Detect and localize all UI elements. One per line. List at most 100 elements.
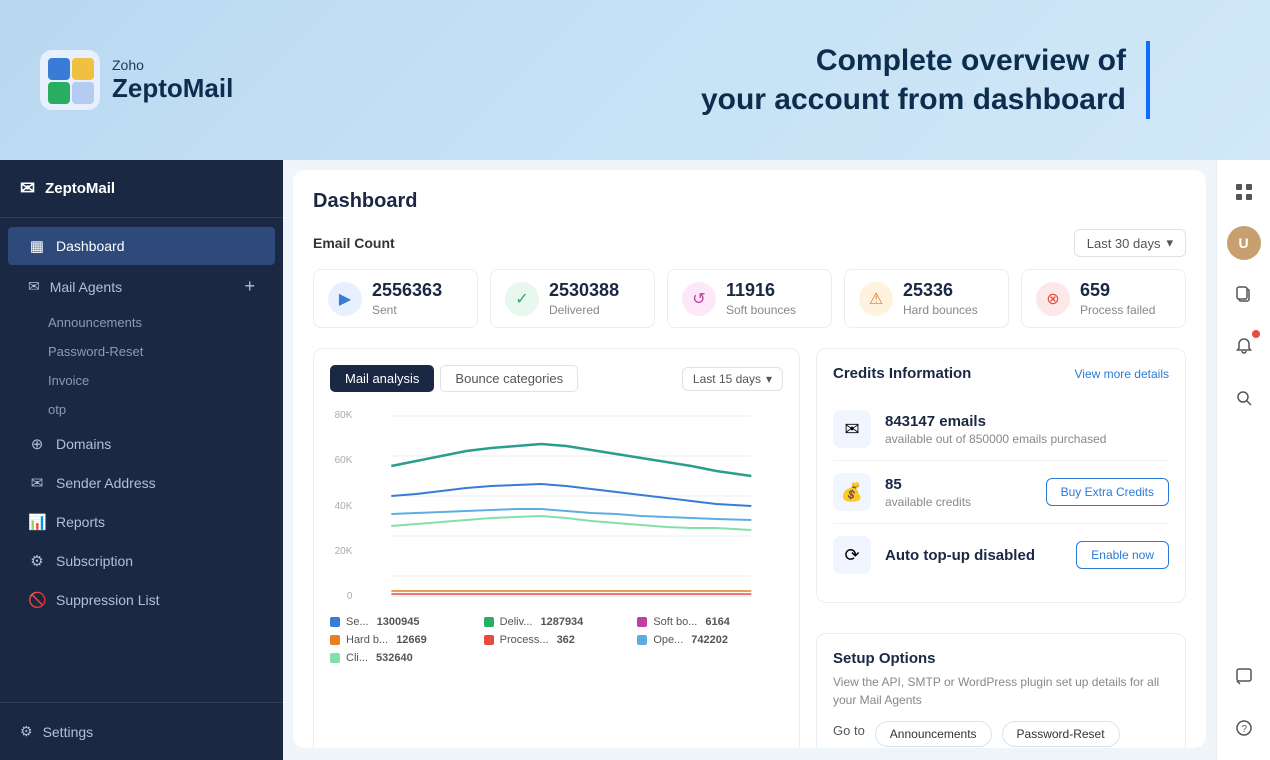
- credits-title: Credits Information: [833, 365, 971, 382]
- emails-icon: ✉: [833, 410, 871, 448]
- chart-date-select[interactable]: Last 15 days ▾: [682, 367, 783, 391]
- sidebar-item-subscription[interactable]: ⚙ Subscription: [8, 542, 275, 580]
- svg-text:?: ?: [1241, 724, 1247, 735]
- bottom-section: Mail analysis Bounce categories Last 15 …: [313, 348, 1186, 748]
- hard-label: Hard bounces: [903, 303, 978, 317]
- suppression-icon: 🚫: [28, 591, 46, 609]
- settings-icon: ⚙: [20, 723, 33, 740]
- sidebar-item-sender-address[interactable]: ✉ Sender Address: [8, 464, 275, 502]
- sidebar-item-suppression[interactable]: 🚫 Suppression List: [8, 581, 275, 619]
- notification-icon[interactable]: [1226, 328, 1262, 364]
- reports-icon: 📊: [28, 513, 46, 531]
- mail-agents-icon: ✉: [28, 278, 40, 295]
- sidebar-item-invoice[interactable]: Invoice: [0, 366, 283, 395]
- setup-desc: View the API, SMTP or WordPress plugin s…: [833, 673, 1169, 709]
- top-banner: Zoho ZeptoMail Complete overview of your…: [0, 0, 1270, 160]
- legend-click: Cli... 532640: [330, 652, 476, 664]
- sidebar-brand-label: ZeptoMail: [45, 180, 115, 197]
- tab-mail-analysis[interactable]: Mail analysis: [330, 365, 434, 392]
- search-icon[interactable]: [1226, 380, 1262, 416]
- page-title: Dashboard: [313, 190, 1186, 213]
- right-sidebar: U: [1216, 160, 1270, 760]
- copy-icon[interactable]: [1226, 276, 1262, 312]
- sidebar-item-password-reset[interactable]: Password-Reset: [0, 337, 283, 366]
- sent-icon: ▶: [328, 282, 362, 316]
- sent-label: Sent: [372, 303, 442, 317]
- right-panels: Credits Information View more details ✉ …: [816, 348, 1186, 748]
- sidebar-bottom: ⚙ Settings: [0, 702, 283, 760]
- metric-delivered-data: 2530388 Delivered: [549, 280, 619, 317]
- chart-wrapper: 80K 60K 40K 20K 0: [330, 406, 783, 606]
- dashboard-icon: ▦: [28, 237, 46, 255]
- chevron-down-icon: ▾: [1166, 235, 1173, 251]
- chart-tabs: Mail analysis Bounce categories Last 15 …: [330, 365, 783, 392]
- legend-soft: Soft bo... 6164: [637, 616, 783, 628]
- date-range-label: Last 30 days: [1087, 236, 1161, 251]
- legend-sent: Se... 1300945: [330, 616, 476, 628]
- auto-topup-row: ⟳ Auto top-up disabled Enable now: [833, 524, 1169, 586]
- sidebar-item-mail-agents[interactable]: ✉ Mail Agents +: [8, 266, 275, 307]
- sidebar-item-otp[interactable]: otp: [0, 395, 283, 424]
- credits-available-text: 85 available credits: [885, 476, 1032, 509]
- legend-dot-click: [330, 653, 340, 663]
- metric-hard-data: 25336 Hard bounces: [903, 280, 978, 317]
- credits-available-row: 💰 85 available credits Buy Extra Credits: [833, 461, 1169, 524]
- setup-tag-password-reset[interactable]: Password-Reset: [1002, 721, 1120, 747]
- enable-now-button[interactable]: Enable now: [1076, 541, 1169, 569]
- credits-main: 85: [885, 476, 1032, 493]
- domains-icon: ⊕: [28, 435, 46, 453]
- chart-legend: Se... 1300945 Deliv... 1287934 Soft bo..…: [330, 616, 783, 664]
- sidebar-label-invoice: Invoice: [48, 373, 89, 388]
- legend-hard: Hard b... 12669: [330, 634, 476, 646]
- auto-topup-icon: ⟳: [833, 536, 871, 574]
- delivered-label: Delivered: [549, 303, 619, 317]
- help-icon[interactable]: ?: [1226, 710, 1262, 746]
- add-mail-agent-button[interactable]: +: [244, 276, 255, 297]
- sidebar-label-password-reset: Password-Reset: [48, 344, 143, 359]
- sidebar-label-settings: Settings: [43, 724, 94, 740]
- grid-icon[interactable]: [1226, 174, 1262, 210]
- sidebar-label-mail-agents: Mail Agents: [50, 279, 122, 295]
- sent-value: 2556363: [372, 280, 442, 301]
- tab-bounce-categories[interactable]: Bounce categories: [440, 365, 578, 392]
- email-count-header: Email Count Last 30 days ▾: [313, 229, 1186, 257]
- logo-area: Zoho ZeptoMail: [40, 50, 233, 110]
- chart-svg: [360, 406, 783, 606]
- date-range-dropdown[interactable]: Last 30 days ▾: [1074, 229, 1186, 257]
- setup-tag-announcements[interactable]: Announcements: [875, 721, 992, 747]
- sidebar-label-announcements: Announcements: [48, 315, 142, 330]
- chat-icon[interactable]: [1226, 658, 1262, 694]
- subscription-icon: ⚙: [28, 552, 46, 570]
- sidebar-item-announcements[interactable]: Announcements: [0, 308, 283, 337]
- logo-icon: [40, 50, 100, 110]
- banner-title: Complete overview of your account from d…: [701, 41, 1150, 119]
- mail-icon: ✉: [20, 178, 35, 199]
- avatar[interactable]: U: [1227, 226, 1261, 260]
- buy-credits-button[interactable]: Buy Extra Credits: [1046, 478, 1169, 506]
- sidebar-item-dashboard[interactable]: ▦ Dashboard: [8, 227, 275, 265]
- sidebar: ✉ ZeptoMail ▦ Dashboard ✉ Mail Agents + …: [0, 160, 283, 760]
- sidebar-label-suppression: Suppression List: [56, 592, 160, 608]
- setup-tags-row: Go to Announcements Password-Reset Invoi…: [833, 721, 1169, 748]
- sidebar-item-domains[interactable]: ⊕ Domains: [8, 425, 275, 463]
- legend-dot-open: [637, 635, 647, 645]
- chart-panel: Mail analysis Bounce categories Last 15 …: [313, 348, 800, 748]
- sidebar-settings-button[interactable]: ⚙ Settings: [20, 715, 263, 748]
- view-more-link[interactable]: View more details: [1075, 367, 1170, 381]
- legend-dot-delivered: [484, 617, 494, 627]
- sidebar-brand: ✉ ZeptoMail: [0, 160, 283, 218]
- sidebar-nav: ▦ Dashboard ✉ Mail Agents + Announcement…: [0, 218, 283, 702]
- goto-label: Go to: [833, 723, 865, 738]
- legend-process: Process... 362: [484, 634, 630, 646]
- soft-value: 11916: [726, 280, 796, 301]
- legend-dot-process: [484, 635, 494, 645]
- sidebar-item-reports[interactable]: 📊 Reports: [8, 503, 275, 541]
- metric-process-failed: ⊗ 659 Process failed: [1021, 269, 1186, 328]
- sidebar-label-reports: Reports: [56, 514, 105, 530]
- sidebar-label-dashboard: Dashboard: [56, 238, 125, 254]
- hard-value: 25336: [903, 280, 978, 301]
- email-count-label: Email Count: [313, 235, 395, 251]
- legend-delivered: Deliv... 1287934: [484, 616, 630, 628]
- failed-label: Process failed: [1080, 303, 1155, 317]
- credits-emails-text: 843147 emails available out of 850000 em…: [885, 413, 1169, 446]
